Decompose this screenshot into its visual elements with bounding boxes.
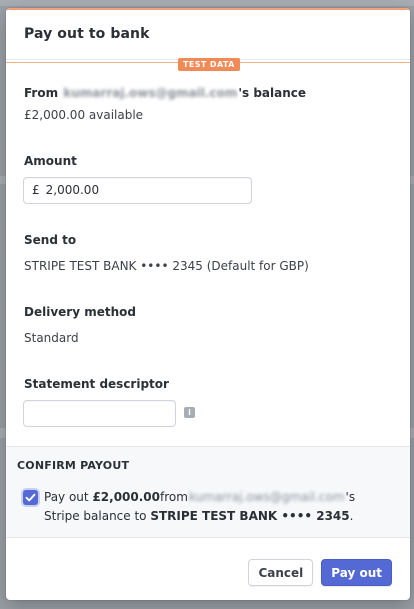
confirm-bank: STRIPE TEST BANK •••• 2345 — [150, 509, 350, 523]
confirm-payout-section: CONFIRM PAYOUT Pay out £2,000.00fromkuma… — [6, 446, 410, 538]
confirm-end: . — [349, 509, 354, 523]
available-balance: £2,000.00 available — [24, 108, 144, 122]
send-to-value: STRIPE TEST BANK •••• 2345 (Default for … — [24, 259, 309, 273]
from-balance-label: From kumarraj.ows@gmail.com's balance — [24, 82, 306, 101]
dialog-title: Pay out to bank — [24, 26, 150, 42]
dialog-header: Pay out to bank — [6, 8, 410, 60]
statement-descriptor-input[interactable] — [23, 400, 176, 427]
confirm-from: from — [160, 490, 188, 504]
from-email: kumarraj.ows@gmail.com — [63, 86, 238, 100]
confirm-payout-title: CONFIRM PAYOUT — [17, 459, 130, 472]
from-label-prefix: From — [24, 86, 63, 100]
from-label-suffix: 's balance — [238, 86, 307, 100]
dialog-footer: Cancel Pay out — [248, 559, 392, 587]
currency-symbol: £ — [32, 183, 40, 197]
confirm-text: Pay out £2,000.00fromkumarraj.ows@gmail.… — [44, 488, 380, 526]
background-strip — [0, 0, 414, 6]
cancel-button[interactable]: Cancel — [248, 559, 314, 586]
confirm-prefix: Pay out — [44, 490, 93, 504]
info-icon[interactable]: i — [184, 407, 195, 418]
checkmark-icon — [25, 493, 36, 502]
delivery-method-value: Standard — [24, 331, 79, 345]
statement-descriptor-label: Statement descriptor — [24, 377, 169, 391]
payout-dialog: Pay out to bank TEST DATA From kumarraj.… — [6, 8, 410, 600]
amount-label: Amount — [24, 154, 77, 168]
pay-out-button[interactable]: Pay out — [321, 559, 392, 586]
amount-input[interactable]: £2,000.00 — [23, 177, 252, 204]
confirm-amount: £2,000.00 — [92, 490, 161, 504]
test-data-badge: TEST DATA — [178, 58, 240, 71]
send-to-label: Send to — [24, 233, 77, 247]
confirm-checkbox[interactable] — [23, 490, 38, 505]
amount-value: 2,000.00 — [45, 183, 100, 197]
delivery-method-label: Delivery method — [24, 305, 136, 319]
confirm-email: kumarraj.ows@gmail.com — [188, 490, 345, 504]
